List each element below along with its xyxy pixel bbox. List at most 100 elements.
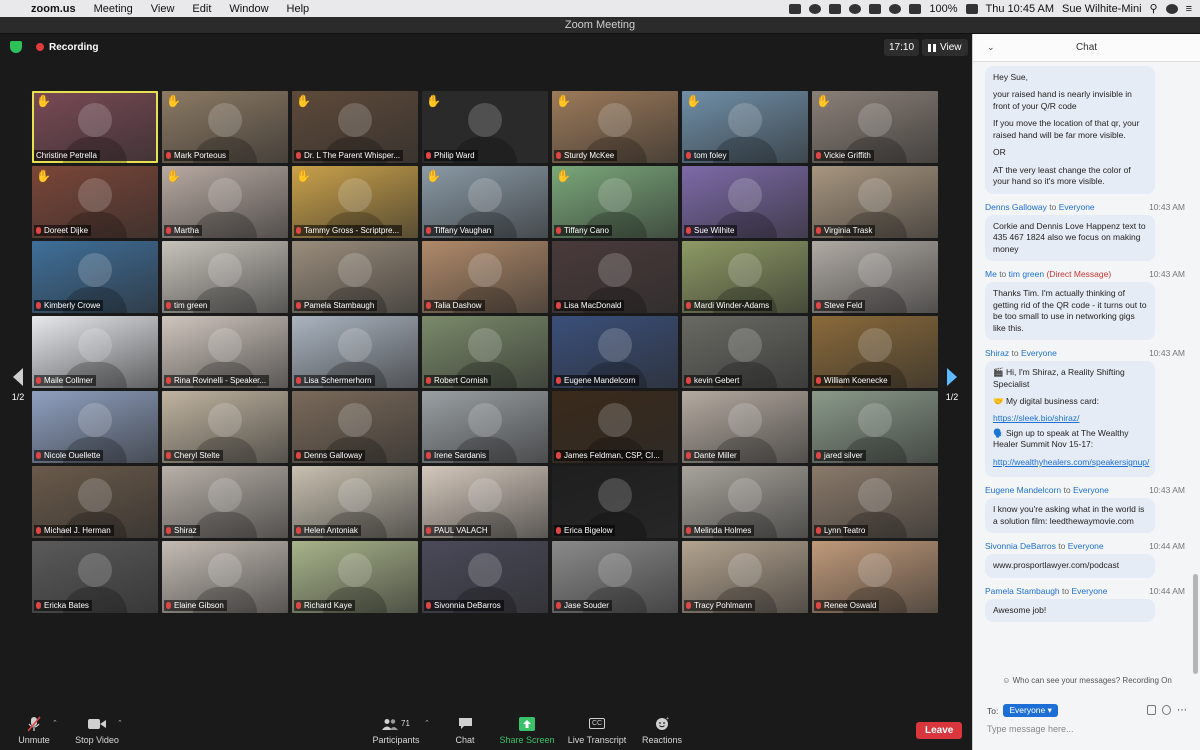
menu-window[interactable]: Window xyxy=(220,3,277,15)
participant-tile[interactable]: ✋ Sturdy McKee xyxy=(552,91,678,163)
participant-tile[interactable]: ✋ Tiffany Vaughan xyxy=(422,166,548,238)
participant-tile[interactable]: ✋ tom foley xyxy=(682,91,808,163)
chat-message-bubble[interactable]: Corkie and Dennis Love Happenz text to 4… xyxy=(985,214,1155,262)
participant-tile[interactable]: Eugene Mandelcorn xyxy=(552,316,678,388)
tray-app-icon[interactable] xyxy=(789,3,802,14)
view-button[interactable]: View xyxy=(922,39,968,56)
chat-scrollbar[interactable] xyxy=(1193,574,1198,674)
leave-button[interactable]: Leave xyxy=(916,722,963,739)
participant-tile[interactable]: Irene Sardanis xyxy=(422,391,548,463)
file-icon[interactable] xyxy=(1147,705,1156,715)
participant-tile[interactable]: Melinda Holmes xyxy=(682,466,808,538)
participant-tile[interactable]: ✋ Vickie Griffith xyxy=(812,91,938,163)
chat-message-list[interactable]: Hey Sue, your raised hand is nearly invis… xyxy=(973,62,1193,676)
participant-tile[interactable]: Erica Bigelow xyxy=(552,466,678,538)
participant-tile[interactable]: Talia Dashow xyxy=(422,241,548,313)
participant-tile[interactable]: Sivonnia DeBarros xyxy=(422,541,548,613)
participant-tile[interactable]: Ericka Bates xyxy=(32,541,158,613)
message-input[interactable]: Type message here... xyxy=(987,724,1187,734)
participant-tile[interactable]: Denns Galloway xyxy=(292,391,418,463)
next-page-button[interactable]: 1/2 xyxy=(938,350,966,420)
tray-app-icon[interactable] xyxy=(809,3,822,14)
live-transcript-button[interactable]: CC Live Transcript xyxy=(564,710,630,750)
participants-button[interactable]: 71 Participants xyxy=(368,710,424,750)
chat-sender-line[interactable]: Shiraz to Everyone xyxy=(985,348,1057,358)
chat-sender-line[interactable]: Me to tim green (Direct Message) xyxy=(985,269,1111,279)
menu-app[interactable]: zoom.us xyxy=(22,3,85,15)
more-icon[interactable]: ⋯ xyxy=(1177,705,1187,716)
chat-sender-line[interactable]: Sivonnia DeBarros to Everyone xyxy=(985,541,1104,551)
chat-link[interactable]: http://wealthyhealers.com/speakersignup/ xyxy=(993,457,1149,468)
chat-message-bubble[interactable]: Thanks Tim. I'm actually thinking of get… xyxy=(985,282,1155,341)
participant-tile[interactable]: ✋ Mark Porteous xyxy=(162,91,288,163)
control-center-icon[interactable]: ≡ xyxy=(1186,3,1192,15)
chat-message-bubble[interactable]: Hey Sue, your raised hand is nearly invis… xyxy=(985,66,1155,194)
participant-tile[interactable]: Nicole Ouellette xyxy=(32,391,158,463)
participant-tile[interactable]: Sue Wilhite xyxy=(682,166,808,238)
recording-label[interactable]: Recording xyxy=(49,42,98,53)
menu-meeting[interactable]: Meeting xyxy=(85,3,142,15)
chat-button[interactable]: Chat xyxy=(448,710,482,750)
participant-tile[interactable]: William Koenecke xyxy=(812,316,938,388)
previous-page-button[interactable]: 1/2 xyxy=(4,350,32,420)
battery-icon[interactable] xyxy=(965,3,978,14)
reactions-button[interactable]: + Reactions xyxy=(640,710,684,750)
siri-icon[interactable] xyxy=(1165,3,1178,14)
chat-message-bubble[interactable]: 🎬 Hi, I'm Shiraz, a Reality Shifting Spe… xyxy=(985,361,1155,478)
menubar-user[interactable]: Sue Wilhite-Mini xyxy=(1062,3,1141,15)
participant-tile[interactable]: Dante Miller xyxy=(682,391,808,463)
participant-tile[interactable]: Richard Kaye xyxy=(292,541,418,613)
participant-tile[interactable]: Steve Feld xyxy=(812,241,938,313)
chat-message-bubble[interactable]: I know you're asking what in the world i… xyxy=(985,498,1155,534)
tray-app-icon[interactable] xyxy=(849,3,862,14)
participant-tile[interactable]: Elaine Gibson xyxy=(162,541,288,613)
menu-edit[interactable]: Edit xyxy=(183,3,220,15)
chat-message-bubble[interactable]: www.prosportlawyer.com/podcast xyxy=(985,554,1155,578)
participant-tile[interactable]: Lisa Schermerhorn xyxy=(292,316,418,388)
participant-tile[interactable]: James Feldman, CSP, CI... xyxy=(552,391,678,463)
unmute-button[interactable]: Unmute xyxy=(14,710,54,750)
participant-tile[interactable]: ✋ Philip Ward xyxy=(422,91,548,163)
chat-sender-line[interactable]: Pamela Stambaugh to Everyone xyxy=(985,586,1107,596)
who-can-see-link[interactable]: ☺ Who can see your messages? Recording O… xyxy=(973,676,1200,685)
participant-tile[interactable]: ✋ Dr. L The Parent Whisper... xyxy=(292,91,418,163)
participant-tile[interactable]: Virginia Trask xyxy=(812,166,938,238)
share-screen-button[interactable]: Share Screen xyxy=(498,710,556,750)
participant-tile[interactable]: Cheryl Stelte xyxy=(162,391,288,463)
chat-link[interactable]: https://sleek.bio/shiraz/ xyxy=(993,413,1147,424)
participant-tile[interactable]: ✋ Doreet Dijke xyxy=(32,166,158,238)
participant-tile[interactable]: ✋ Martha xyxy=(162,166,288,238)
tray-app-icon[interactable] xyxy=(869,3,882,14)
participant-tile[interactable]: Renee Oswald xyxy=(812,541,938,613)
participant-tile[interactable]: ✋ Christine Petrella xyxy=(32,91,158,163)
security-shield-icon[interactable] xyxy=(10,41,22,53)
participant-tile[interactable]: kevin Gebert xyxy=(682,316,808,388)
participant-tile[interactable]: Robert Cornish xyxy=(422,316,548,388)
participant-tile[interactable]: ✋ Tiffany Cano xyxy=(552,166,678,238)
participant-tile[interactable]: jared silver xyxy=(812,391,938,463)
emoji-icon[interactable] xyxy=(1162,705,1171,715)
participant-tile[interactable]: Helen Antoniak xyxy=(292,466,418,538)
recipient-dropdown[interactable]: Everyone ▾ xyxy=(1003,704,1058,717)
participant-tile[interactable]: Michael J. Herman xyxy=(32,466,158,538)
stop-video-button[interactable]: Stop Video xyxy=(70,710,124,750)
participant-tile[interactable]: Rina Rovinelli - Speaker... xyxy=(162,316,288,388)
spotlight-search-icon[interactable]: ⚲ xyxy=(1150,2,1158,15)
audio-options-caret-icon[interactable]: ⌃ xyxy=(52,719,58,727)
participant-tile[interactable]: Tracy Pohlmann xyxy=(682,541,808,613)
participant-tile[interactable]: Shiraz xyxy=(162,466,288,538)
volume-icon[interactable] xyxy=(909,3,922,14)
participant-tile[interactable]: Lisa MacDonald xyxy=(552,241,678,313)
collapse-chevron-icon[interactable]: ⌄ xyxy=(987,42,995,53)
participants-caret-icon[interactable]: ⌃ xyxy=(424,719,430,727)
chat-sender-line[interactable]: Eugene Mandelcorn to Everyone xyxy=(985,485,1109,495)
video-options-caret-icon[interactable]: ⌃ xyxy=(117,719,123,727)
participant-tile[interactable]: Mardi Winder-Adams xyxy=(682,241,808,313)
participant-tile[interactable]: Jase Souder xyxy=(552,541,678,613)
menubar-clock[interactable]: Thu 10:45 AM xyxy=(986,3,1055,15)
chat-message-bubble[interactable]: Awesome job! xyxy=(985,598,1155,623)
menu-help[interactable]: Help xyxy=(278,3,319,15)
participant-tile[interactable]: tim green xyxy=(162,241,288,313)
participant-tile[interactable]: Pamela Stambaugh xyxy=(292,241,418,313)
participant-tile[interactable]: ✋ Tammy Gross - Scriptpre... xyxy=(292,166,418,238)
